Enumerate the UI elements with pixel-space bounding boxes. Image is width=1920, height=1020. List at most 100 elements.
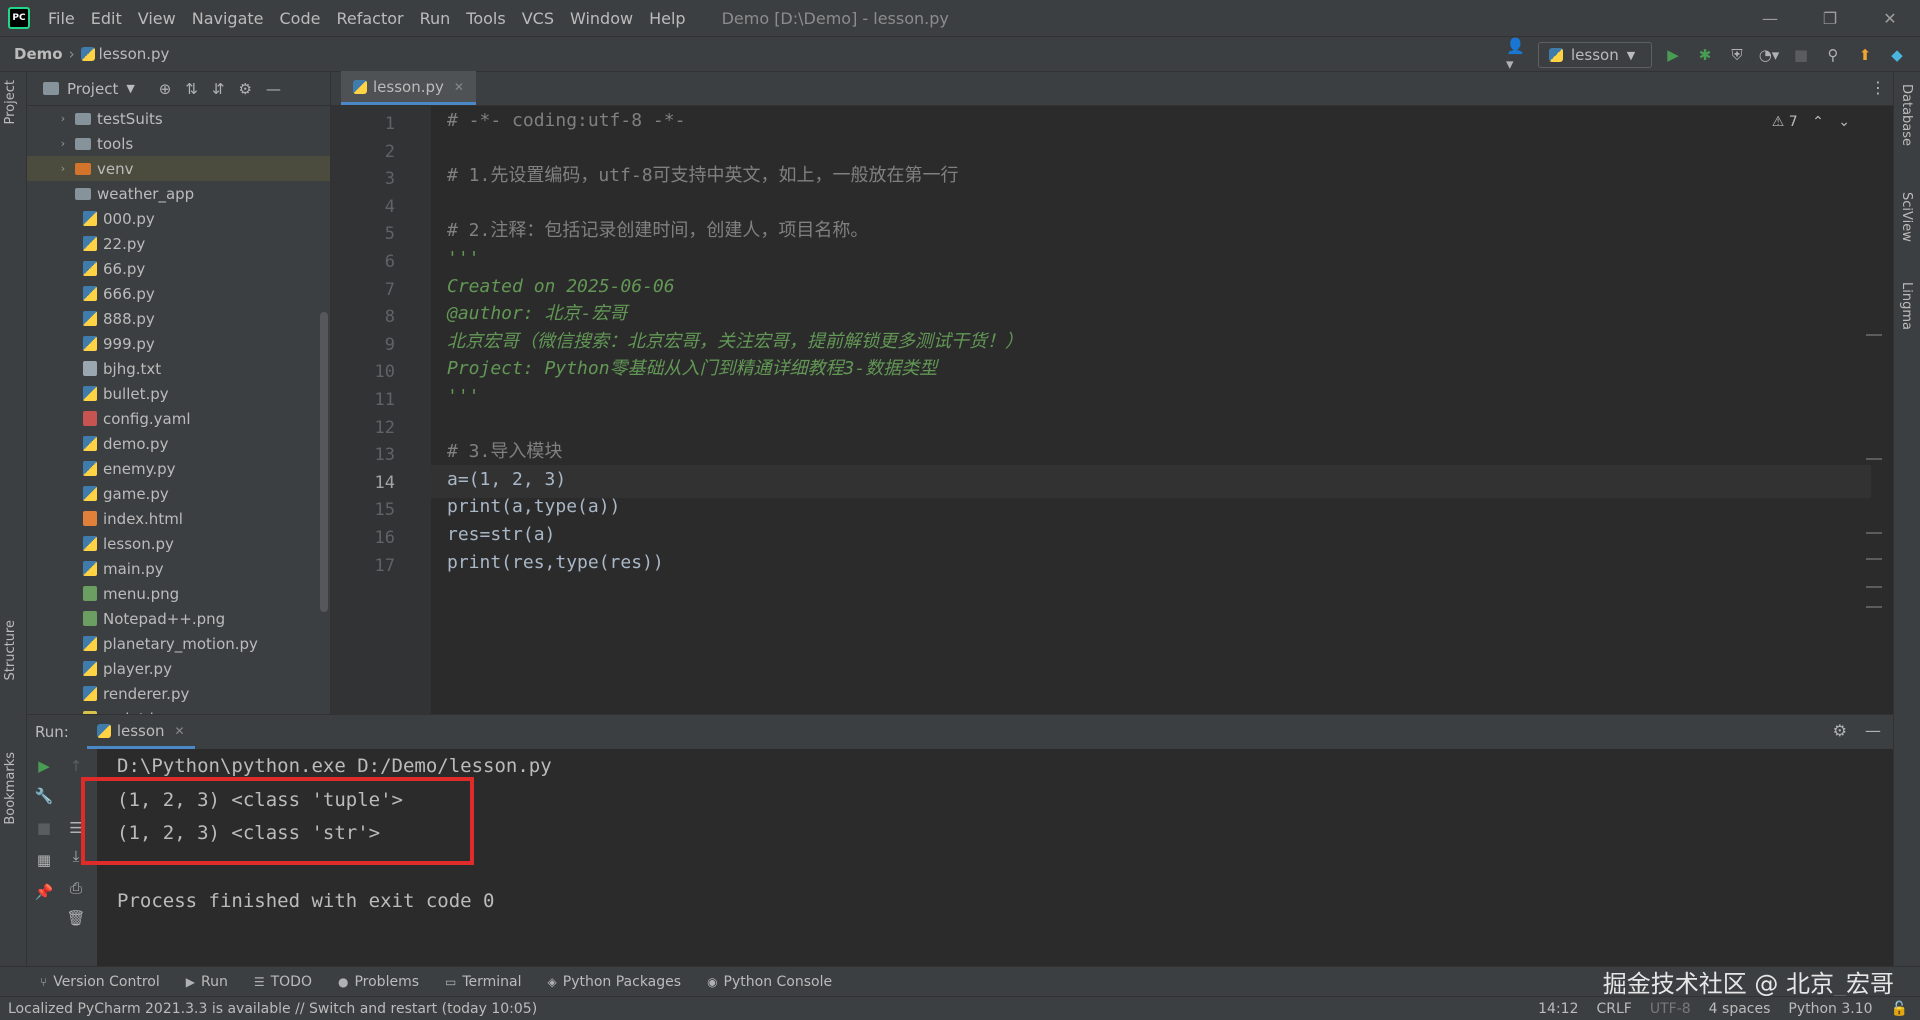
- tree-item[interactable]: 888.py: [27, 306, 330, 331]
- tree-item[interactable]: index.html: [27, 506, 330, 531]
- expand-all-icon[interactable]: ⇅: [185, 80, 198, 98]
- tool-tab-python-console[interactable]: ◉ Python Console: [707, 974, 832, 990]
- tree-item[interactable]: lesson.py: [27, 531, 330, 556]
- breadcrumb-project[interactable]: Demo: [14, 45, 63, 63]
- tool-tab-run[interactable]: ▶ Run: [186, 974, 228, 990]
- tree-item[interactable]: script.js: [27, 706, 330, 714]
- structure-tool-tab[interactable]: Structure: [3, 620, 18, 680]
- tree-item[interactable]: demo.py: [27, 431, 330, 456]
- menu-run[interactable]: Run: [412, 9, 459, 28]
- tool-tab-todo[interactable]: ☰ TODO: [254, 974, 312, 990]
- menu-help[interactable]: Help: [641, 9, 693, 28]
- menu-view[interactable]: View: [130, 9, 184, 28]
- restore-icon[interactable]: ❐: [1800, 0, 1860, 36]
- lock-icon[interactable]: 🔓: [1891, 1001, 1908, 1017]
- search-icon[interactable]: ⚲: [1822, 44, 1844, 66]
- tree-item[interactable]: 000.py: [27, 206, 330, 231]
- locate-icon[interactable]: ⊕: [159, 80, 172, 98]
- stop-icon[interactable]: ■: [33, 817, 55, 839]
- tree-item[interactable]: 666.py: [27, 281, 330, 306]
- minimize-icon[interactable]: —: [1740, 0, 1800, 36]
- project-tool-tab[interactable]: Project: [3, 80, 18, 124]
- wrench-icon[interactable]: 🔧: [33, 785, 55, 807]
- tree-item[interactable]: weather_app: [27, 181, 330, 206]
- expand-arrow-icon[interactable]: ›: [55, 137, 71, 150]
- tool-tab-python-packages[interactable]: ◈ Python Packages: [548, 974, 682, 990]
- menu-tools[interactable]: Tools: [458, 9, 513, 28]
- code-area[interactable]: # -*- coding:utf-8 -*- # 1.先设置编码，utf-8可支持…: [331, 106, 1900, 714]
- tree-item[interactable]: planetary_motion.py: [27, 631, 330, 656]
- more-options-icon[interactable]: ⋮: [1870, 78, 1886, 97]
- database-tool-tab[interactable]: Database: [1899, 84, 1914, 146]
- indent-setting[interactable]: 4 spaces: [1709, 1001, 1771, 1017]
- expand-arrow-icon[interactable]: ›: [55, 112, 71, 125]
- debug-icon[interactable]: ✱: [1694, 44, 1716, 66]
- tree-item[interactable]: game.py: [27, 481, 330, 506]
- expand-arrow-icon[interactable]: ›: [55, 162, 71, 175]
- caret-position[interactable]: 14:12: [1538, 1001, 1578, 1017]
- up-arrow-icon[interactable]: ↑: [65, 755, 87, 777]
- stop-icon[interactable]: ■: [1790, 44, 1812, 66]
- tree-item[interactable]: main.py: [27, 556, 330, 581]
- close-tab-icon[interactable]: ✕: [454, 80, 464, 94]
- menu-code[interactable]: Code: [272, 9, 329, 28]
- lingma-tool-tab[interactable]: Lingma: [1899, 282, 1914, 330]
- hide-icon[interactable]: —: [1865, 721, 1881, 740]
- error-stripe[interactable]: [1866, 106, 1882, 714]
- sciview-tool-tab[interactable]: SciView: [1899, 192, 1914, 242]
- user-icon[interactable]: 👤▾: [1506, 37, 1528, 73]
- chevron-down-icon[interactable]: ▼: [126, 82, 134, 95]
- tree-item[interactable]: bjhg.txt: [27, 356, 330, 381]
- menu-window[interactable]: Window: [562, 9, 641, 28]
- layout-icon[interactable]: ▦: [33, 849, 55, 871]
- tree-item[interactable]: 66.py: [27, 256, 330, 281]
- tree-item[interactable]: menu.png: [27, 581, 330, 606]
- breadcrumb-file[interactable]: lesson.py: [99, 45, 170, 63]
- tree-item[interactable]: 999.py: [27, 331, 330, 356]
- tool-tab-version-control[interactable]: ⑂ Version Control: [40, 974, 160, 990]
- project-scrollbar[interactable]: [320, 312, 328, 612]
- run-icon[interactable]: ▶: [1662, 44, 1684, 66]
- plugin-icon[interactable]: ◆: [1886, 44, 1908, 66]
- tree-item[interactable]: config.yaml: [27, 406, 330, 431]
- gear-icon[interactable]: ⚙: [1833, 721, 1847, 740]
- close-run-tab-icon[interactable]: ✕: [175, 724, 185, 738]
- menu-navigate[interactable]: Navigate: [184, 9, 272, 28]
- status-message[interactable]: Localized PyCharm 2021.3.3 is available …: [8, 1001, 537, 1017]
- menu-vcs[interactable]: VCS: [514, 9, 562, 28]
- line-separator[interactable]: CRLF: [1597, 1001, 1632, 1017]
- pin-icon[interactable]: 📌: [33, 881, 55, 903]
- chevron-up-icon[interactable]: ⌃: [1812, 114, 1824, 130]
- menu-edit[interactable]: Edit: [83, 9, 130, 28]
- file-encoding[interactable]: UTF-8: [1650, 1001, 1691, 1017]
- close-icon[interactable]: ✕: [1860, 0, 1920, 36]
- run-tab-lesson[interactable]: lesson ✕: [86, 715, 195, 749]
- hide-icon[interactable]: —: [266, 80, 281, 98]
- tree-item[interactable]: › testSuits: [27, 106, 330, 131]
- tree-item[interactable]: bullet.py: [27, 381, 330, 406]
- python-interpreter[interactable]: Python 3.10: [1788, 1001, 1872, 1017]
- inspection-widget[interactable]: ⚠ 7 ⌃ ⌄: [1772, 114, 1850, 130]
- profile-icon[interactable]: ◔▾: [1758, 44, 1780, 66]
- rerun-icon[interactable]: ▶: [33, 755, 55, 777]
- editor-tab-lesson[interactable]: lesson.py ✕: [341, 71, 476, 105]
- project-view-select[interactable]: Project: [67, 80, 118, 98]
- tree-item[interactable]: Notepad++.png: [27, 606, 330, 631]
- gear-icon[interactable]: ⚙: [239, 80, 252, 98]
- bookmarks-tool-tab[interactable]: Bookmarks: [3, 752, 18, 825]
- chevron-down-icon[interactable]: ⌄: [1838, 114, 1850, 130]
- menu-refactor[interactable]: Refactor: [328, 9, 411, 28]
- update-icon[interactable]: ⬆: [1854, 44, 1876, 66]
- run-configuration-select[interactable]: lesson ▼: [1538, 42, 1652, 68]
- tree-item[interactable]: › tools: [27, 131, 330, 156]
- print-icon[interactable]: ⎙: [65, 877, 87, 899]
- tree-item[interactable]: player.py: [27, 656, 330, 681]
- tree-item[interactable]: enemy.py: [27, 456, 330, 481]
- tool-tab-terminal[interactable]: ▭ Terminal: [445, 974, 522, 990]
- tree-item[interactable]: renderer.py: [27, 681, 330, 706]
- trash-icon[interactable]: 🗑: [65, 907, 87, 929]
- tool-tab-problems[interactable]: ● Problems: [338, 974, 419, 990]
- tree-item[interactable]: 22.py: [27, 231, 330, 256]
- collapse-all-icon[interactable]: ⇵: [212, 80, 225, 98]
- tree-item[interactable]: › venv: [27, 156, 330, 181]
